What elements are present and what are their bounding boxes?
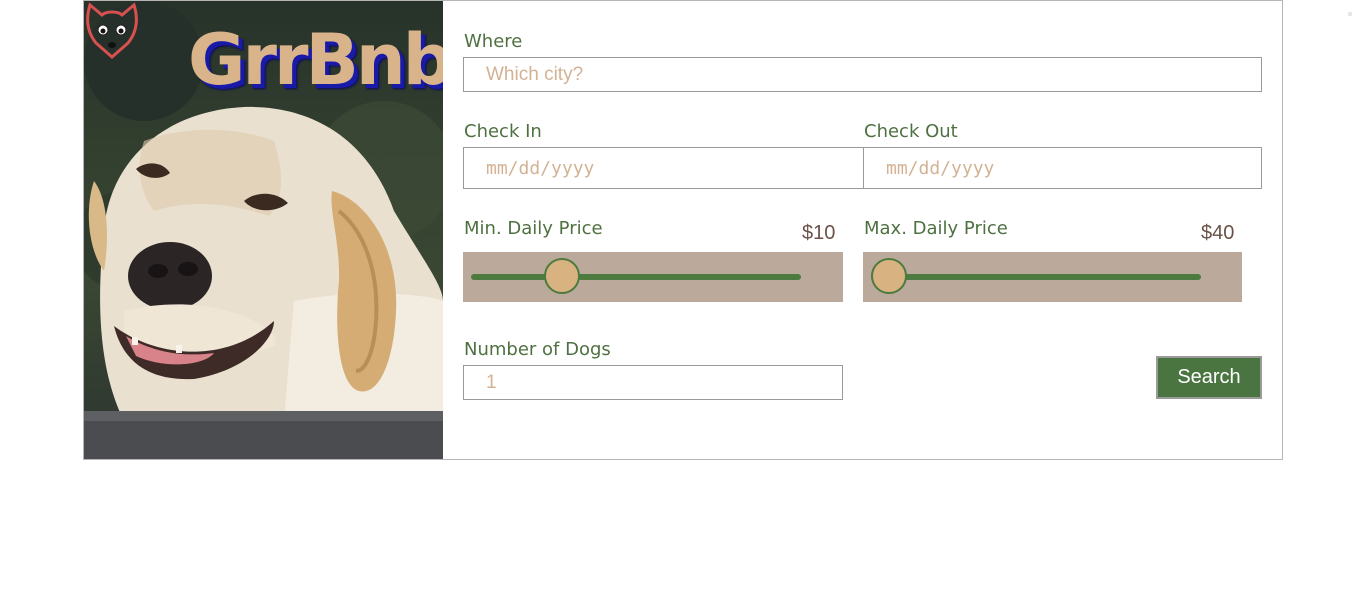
check-in-date-input[interactable]: mm/dd/yyyy bbox=[463, 147, 864, 189]
search-button[interactable]: Search bbox=[1156, 356, 1262, 399]
dogs-input[interactable]: 1 bbox=[463, 365, 843, 400]
max-price-slider[interactable] bbox=[863, 252, 1242, 302]
max-price-slider-track[interactable] bbox=[871, 274, 1201, 280]
min-price-slider-thumb[interactable] bbox=[544, 258, 580, 294]
check-out-label: Check Out bbox=[864, 121, 958, 142]
hero-panel: GrrBnb bbox=[84, 1, 443, 459]
check-out-date-input[interactable]: mm/dd/yyyy bbox=[863, 147, 1262, 189]
min-price-label: Min. Daily Price bbox=[464, 218, 603, 239]
where-label: Where bbox=[464, 31, 523, 52]
min-price-slider[interactable] bbox=[463, 252, 843, 302]
max-price-label: Max. Daily Price bbox=[864, 218, 1008, 239]
search-card: GrrBnb Where Which city? Check In mm/dd/… bbox=[83, 0, 1283, 460]
where-input[interactable]: Which city? bbox=[463, 57, 1262, 92]
max-price-value: $40 bbox=[1201, 222, 1235, 244]
dogs-label: Number of Dogs bbox=[464, 339, 611, 360]
corner-marker bbox=[1348, 12, 1352, 16]
brand-name: GrrBnb bbox=[188, 19, 443, 101]
check-in-label: Check In bbox=[464, 121, 542, 142]
max-price-slider-thumb[interactable] bbox=[871, 258, 907, 294]
min-price-value: $10 bbox=[802, 222, 836, 244]
min-price-slider-track[interactable] bbox=[471, 274, 801, 280]
fox-heart-logo-icon bbox=[86, 2, 138, 59]
search-form: Where Which city? Check In mm/dd/yyyy Ch… bbox=[444, 1, 1282, 459]
